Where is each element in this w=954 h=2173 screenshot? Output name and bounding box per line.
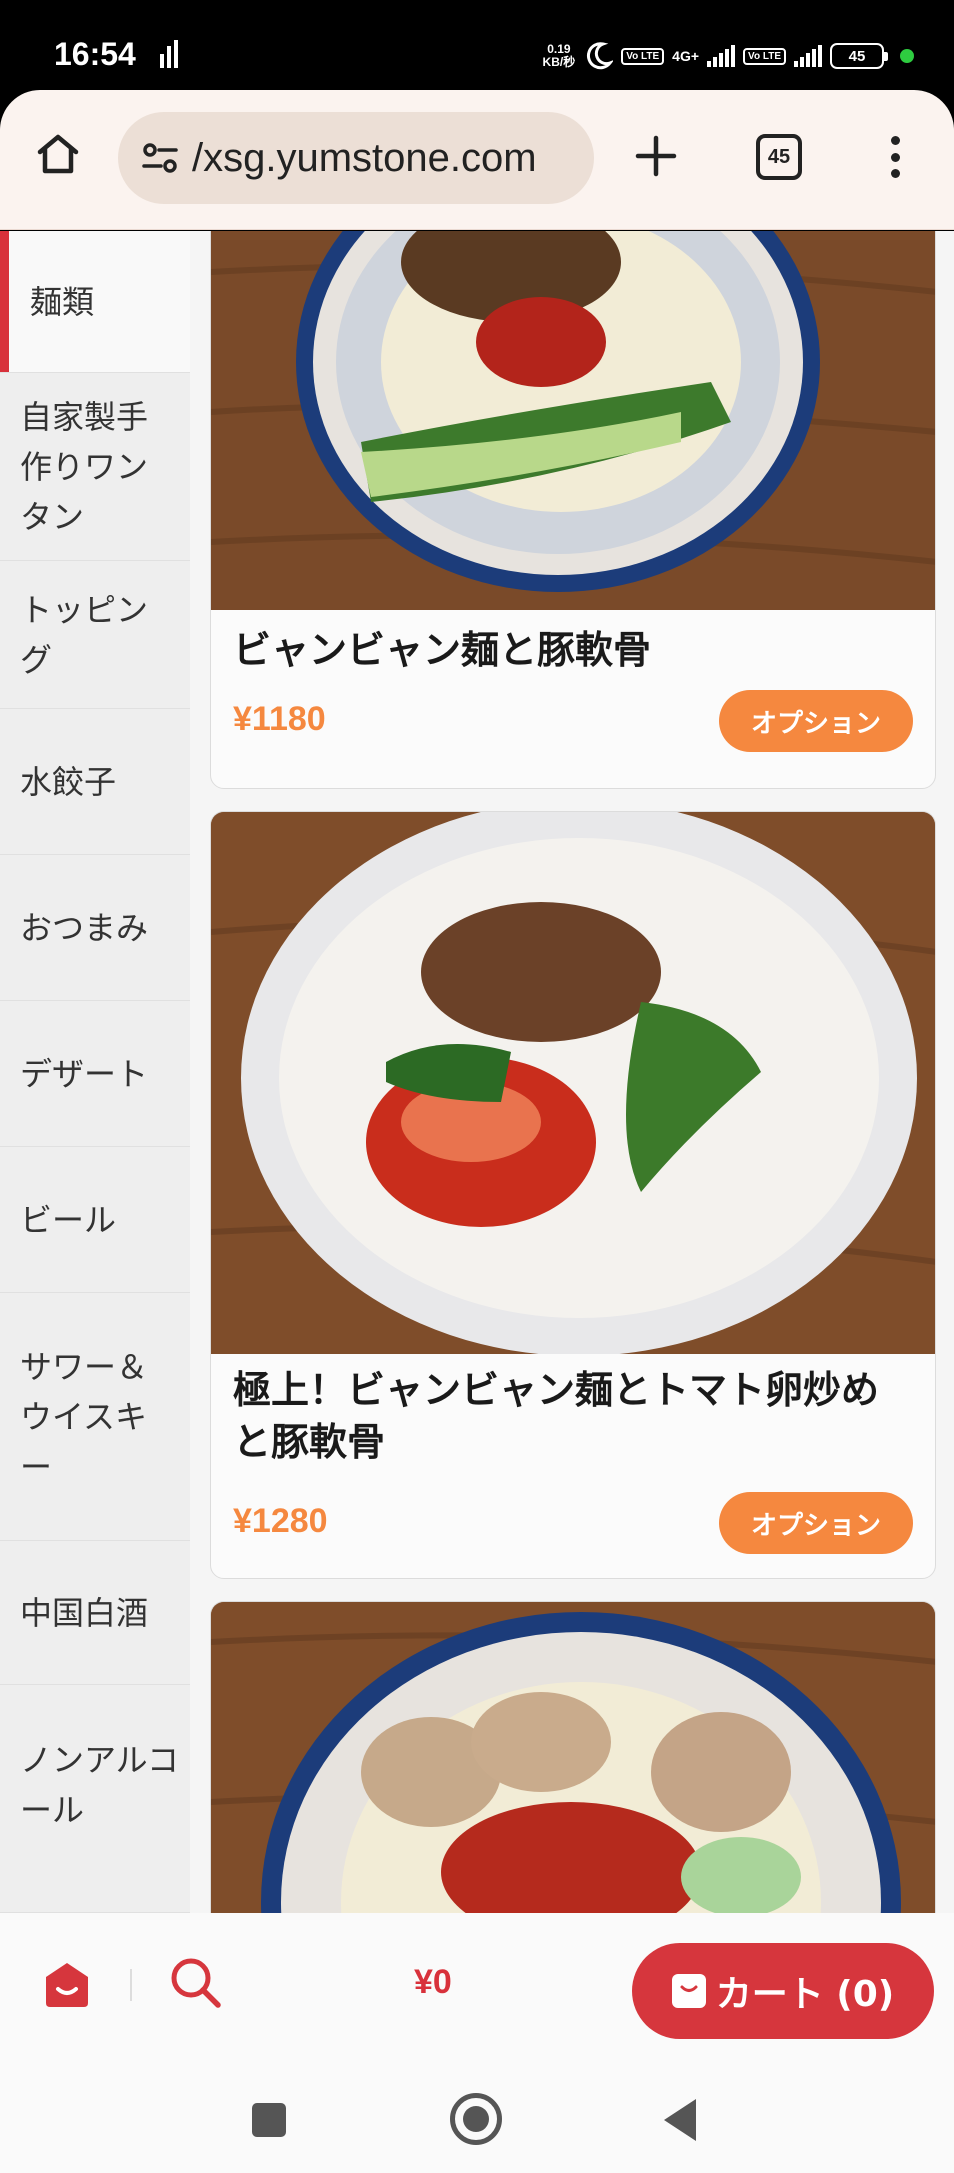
sidebar-item-toppings[interactable]: トッピング (0, 561, 190, 709)
option-button[interactable]: オプション (719, 1492, 913, 1554)
net-speed: 0.19 KB/秒 (543, 43, 576, 69)
cell-signal-icon (707, 45, 736, 67)
menu-card[interactable]: 極上！ビャンビャン麺とトマト卵炒めと豚軟骨 ¥1280 オプション (210, 811, 936, 1579)
status-bar: 16:54 0.19 KB/秒 Vo LTE 4G+ Vo LTE 45 (0, 0, 954, 90)
system-home-icon[interactable] (450, 2093, 502, 2145)
sidebar-item-label: 中国白酒 (20, 1593, 149, 1632)
plus-icon (635, 135, 677, 177)
cart-icon (671, 1974, 706, 2008)
menu-list: ビャンビャン麺と豚軟骨 ¥1180 オプション 極上！ビャンビャン麺とトマト卵炒… (190, 231, 954, 1913)
back-icon[interactable] (664, 2099, 696, 2141)
dish-photo (211, 1602, 935, 1913)
active-dot-icon (900, 49, 914, 63)
tabs-icon[interactable]: 45 (756, 134, 802, 180)
browser-home-button[interactable] (30, 126, 86, 182)
url-bar[interactable]: /xsg.yumstone.com (118, 112, 594, 204)
sidebar-item-label: 水餃子 (20, 762, 117, 801)
search-icon[interactable] (168, 1955, 224, 2011)
dish-price: ¥1180 (233, 700, 326, 738)
menu-card[interactable] (210, 1601, 936, 1913)
status-time: 16:54 (54, 36, 136, 72)
dish-name: ビャンビャン麺と豚軟骨 (233, 628, 652, 672)
sidebar-item-beer[interactable]: ビール (0, 1147, 190, 1293)
browser-toolbar: /xsg.yumstone.com 45 (0, 90, 954, 230)
status-right: 0.19 KB/秒 Vo LTE 4G+ Vo LTE 45 (543, 36, 914, 76)
network-type: 4G+ (672, 48, 700, 64)
home-icon (37, 134, 79, 174)
bottom-bar: ¥0 カート (0) (0, 1913, 954, 2073)
moon-icon (587, 42, 614, 70)
option-button[interactable]: オプション (719, 690, 913, 752)
tab-count: 45 (767, 145, 791, 168)
volte-badge-2: Vo LTE (743, 47, 786, 65)
sidebar-item-noodles[interactable]: 麺類 (0, 231, 190, 373)
category-sidebar: 麺類 自家製手作りワンタン トッピング 水餃子 おつまみ デザート ビール サワ… (0, 231, 190, 1913)
sidebar-item-label: 自家製手作りワンタン (20, 397, 149, 536)
sidebar-item-label: デザート (20, 1054, 149, 1093)
dish-price: ¥1280 (233, 1502, 328, 1540)
sidebar-item-sour-whisky[interactable]: サワー＆ウイスキー (0, 1293, 190, 1541)
dish-name: 極上！ビャンビャン麺とトマト卵炒めと豚軟骨 (233, 1368, 880, 1464)
signal-bars-icon (160, 40, 178, 68)
sidebar-item-label: サワー＆ウイスキー (20, 1347, 149, 1486)
dish-photo (211, 812, 935, 1354)
sidebar-item-dumplings[interactable]: 水餃子 (0, 709, 190, 855)
menu-card[interactable]: ビャンビャン麺と豚軟骨 ¥1180 オプション (210, 231, 936, 789)
sidebar-item-non-alcohol[interactable]: ノンアルコール (0, 1685, 190, 1913)
cell-signal-2-icon (794, 45, 822, 67)
site-settings-icon[interactable] (136, 134, 184, 182)
recent-apps-icon[interactable] (252, 2103, 286, 2137)
divider (130, 1969, 132, 2001)
url-text: /xsg.yumstone.com (192, 135, 537, 180)
sidebar-item-dessert[interactable]: デザート (0, 1001, 190, 1147)
cart-total: ¥0 (414, 1963, 452, 2001)
volte-badge-1: Vo LTE (621, 47, 665, 65)
battery-level: 45 (848, 47, 866, 65)
sidebar-item-label: 麺類 (30, 282, 95, 321)
sidebar-item-wonton[interactable]: 自家製手作りワンタン (0, 373, 190, 561)
sidebar-item-label: ビール (20, 1200, 117, 1239)
sidebar-item-label: トッピング (20, 590, 149, 679)
sidebar-item-label: おつまみ (20, 908, 149, 947)
more-vert-icon[interactable] (880, 130, 910, 184)
net-speed-unit: KB/秒 (542, 55, 576, 69)
sidebar-item-snacks[interactable]: おつまみ (0, 855, 190, 1001)
sidebar-item-baijiu[interactable]: 中国白酒 (0, 1541, 190, 1685)
cart-label: カート (0) (715, 1974, 895, 2015)
system-nav-bar (0, 2073, 954, 2173)
page-content: 麺類 自家製手作りワンタン トッピング 水餃子 おつまみ デザート ビール サワ… (0, 231, 954, 1913)
new-tab-button[interactable] (628, 128, 684, 184)
cart-button[interactable]: カート (0) (632, 1943, 934, 2039)
dish-photo (211, 231, 935, 610)
sidebar-item-label: ノンアルコール (20, 1741, 180, 1829)
battery-icon: 45 (830, 43, 888, 69)
store-home-icon[interactable] (40, 1957, 94, 2011)
